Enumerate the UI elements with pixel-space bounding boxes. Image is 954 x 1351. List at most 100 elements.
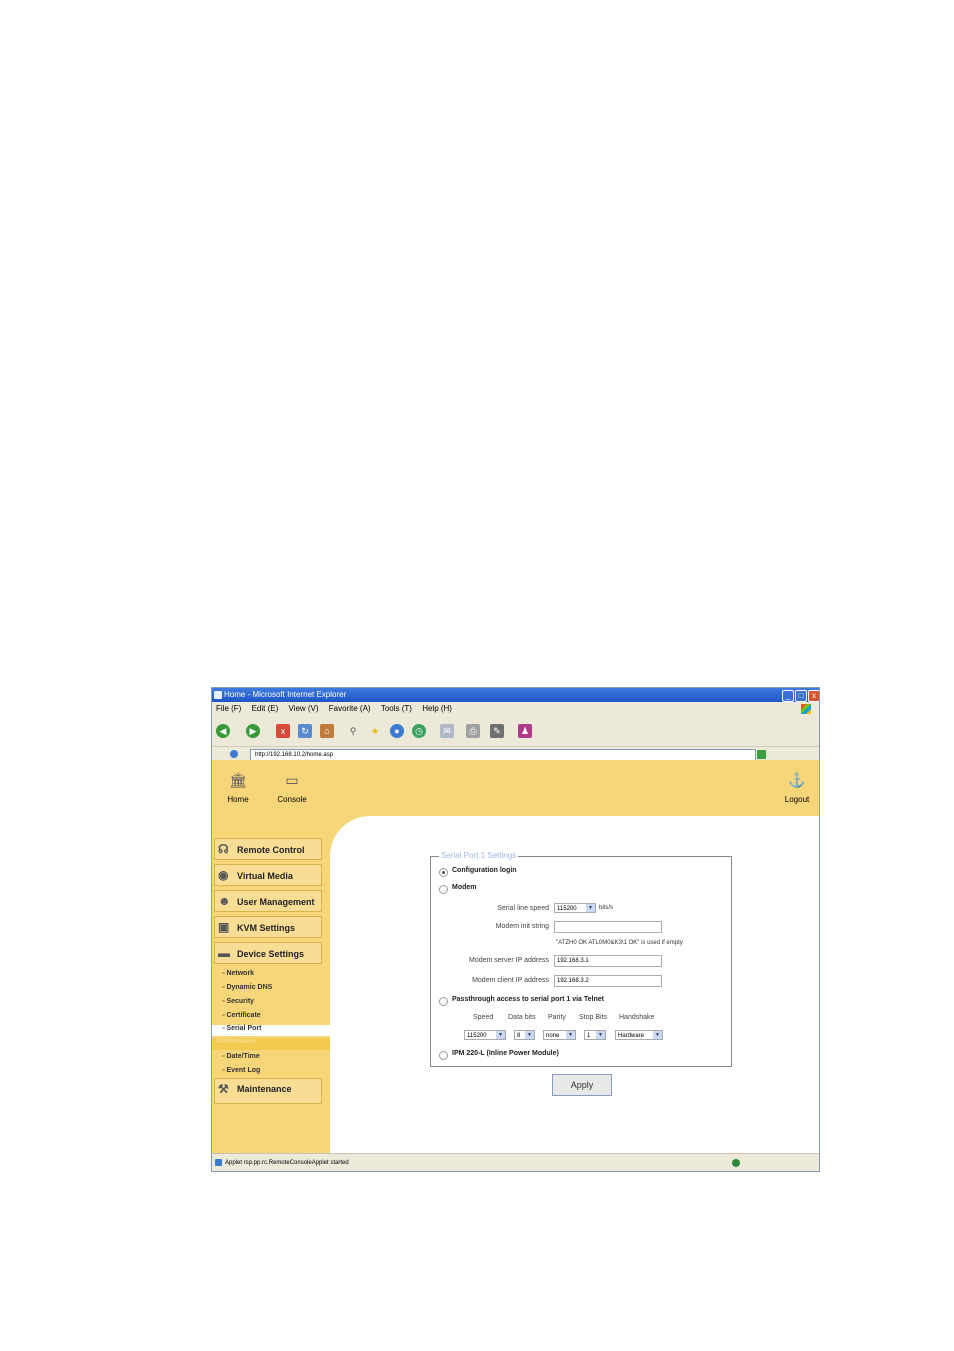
nav-maintenance[interactable]: ⚒ Maintenance [214,1078,322,1104]
menu-edit[interactable]: Edit (E) [252,704,279,713]
serial-port-fieldset: Serial Port 1 Settings Configuration log… [430,851,732,1067]
messenger-icon[interactable]: ♟ [518,724,532,738]
status-bar: Applet rsp.pp.rc.RemoteConsoleApplet sta… [212,1153,819,1171]
telnet-parity-value: none [546,1033,560,1039]
page-icon [230,750,238,758]
subnav-security[interactable]: ▫ Security [222,998,254,1005]
subnav-label: Date/Time [226,1053,260,1060]
maximize-button[interactable]: □ [795,690,807,702]
telnet-data-bits-select[interactable]: 8 ▼ [514,1030,535,1040]
browser-window: Home - Microsoft Internet Explorer _ □ x… [211,687,820,1172]
menu-favorite[interactable]: Favorite (A) [329,704,371,713]
search-icon[interactable]: ⚲ [346,724,360,738]
console-icon: ▭ [285,772,299,788]
serial-speed-unit: bits/s [599,905,614,911]
telnet-handshake-value: Hardware [618,1033,645,1039]
telnet-speed-select[interactable]: 115200 ▼ [464,1030,506,1040]
subnav-label: Security [226,998,255,1005]
subnav-certificate[interactable]: ▫ Certificate [222,1012,261,1019]
config-login-label: Configuration login [452,867,517,874]
main-content: Serial Port 1 Settings Configuration log… [330,816,819,1153]
logout-label: Logout [784,795,810,804]
chevron-down-icon: ▼ [496,1031,505,1039]
radio-modem[interactable] [439,885,448,894]
maintenance-icon: ⚒ [218,1082,229,1096]
applet-status-icon [215,1159,222,1166]
media-icon[interactable]: ● [390,724,404,738]
mail-icon[interactable]: ✉ [440,724,454,738]
menu-bar: File (F) Edit (E) View (V) Favorite (A) … [212,702,819,716]
modem-server-input[interactable]: 192.168.3.1 [554,955,662,967]
telnet-header-data-bits: Data bits [508,1014,536,1021]
nav-remote-control[interactable]: ☊ Remote Control [214,838,322,860]
logout-link[interactable]: ⚓ Logout [777,772,817,804]
nav-device-settings[interactable]: ▬ Device Settings [214,942,322,964]
apply-button[interactable]: Apply [552,1074,612,1096]
telnet-header-parity: Parity [548,1014,566,1021]
close-button[interactable]: x [808,690,819,702]
ie-app-icon [214,691,222,699]
nav-kvm-settings[interactable]: ▣ KVM Settings [214,916,322,938]
console-label: Console [277,795,307,804]
modem-label: Modem [452,884,477,891]
modem-init-input[interactable] [554,921,662,933]
console-link[interactable]: ▭ Console [272,772,312,804]
refresh-icon[interactable]: ↻ [298,724,312,738]
home-link[interactable]: 🏛 Home [218,772,258,804]
subnav-date-time[interactable]: ▫ Date/Time [222,1053,260,1060]
modem-client-input[interactable]: 192.168.3.2 [554,975,662,987]
subnav-serial-port[interactable]: ▫ Serial Port [212,1025,330,1036]
favorites-icon[interactable]: ★ [368,724,382,738]
home-icon[interactable]: ⌂ [320,724,334,738]
radio-passthrough[interactable] [439,997,448,1006]
kvm-settings-icon: ▣ [218,920,230,934]
telnet-stop-bits-select[interactable]: 1 ▼ [584,1030,606,1040]
maintenance-group-label: Maintenance [212,1038,330,1050]
menu-tools[interactable]: Tools (T) [381,704,412,713]
telnet-handshake-select[interactable]: Hardware ▼ [615,1030,663,1040]
menu-help[interactable]: Help (H) [422,704,452,713]
radio-config-login[interactable] [439,868,448,877]
subnav-label: Certificate [226,1012,261,1019]
serial-speed-select[interactable]: 115200 ▼ [554,903,596,913]
ipm-label: IPM 220-L (Inline Power Module) [452,1050,559,1057]
chevron-down-icon: ▼ [525,1031,534,1039]
chevron-down-icon: ▼ [653,1031,662,1039]
nav-user-management[interactable]: ☻ User Management [214,890,322,912]
nav-virtual-media[interactable]: ◉ Virtual Media [214,864,322,886]
address-bar: http://192.168.10.2/home.asp [212,746,819,761]
telnet-speed-value: 115200 [467,1033,487,1039]
subnav-network[interactable]: ▫ Network [222,970,254,977]
modem-init-note: "ATZH0 OK ATL0M0&K3\1 OK" is used if emp… [556,940,683,946]
title-bar: Home - Microsoft Internet Explorer _ □ x [212,688,819,702]
stop-icon[interactable]: x [276,724,290,738]
menu-file[interactable]: File (F) [216,704,241,713]
device-settings-icon: ▬ [218,946,230,960]
go-icon[interactable] [757,750,766,759]
subnav-dynamic-dns[interactable]: ▫ Dynamic DNS [222,984,272,991]
serial-speed-value: 115200 [557,906,577,912]
logout-icon: ⚓ [788,772,806,788]
radio-ipm[interactable] [439,1051,448,1060]
subnav-label: Dynamic DNS [226,984,273,991]
user-management-icon: ☻ [218,894,231,908]
edit-icon[interactable]: ✎ [490,724,504,738]
minimize-button[interactable]: _ [782,690,794,702]
internet-zone-icon [732,1159,740,1167]
back-icon[interactable]: ◀ [216,724,230,738]
subnav-event-log[interactable]: ▫ Event Log [222,1067,260,1074]
telnet-header-stop-bits: Stop Bits [579,1014,608,1021]
remote-control-icon: ☊ [218,842,229,856]
status-text: Applet rsp.pp.rc.RemoteConsoleApplet sta… [225,1160,349,1166]
subnav-label: Serial Port [226,1025,262,1032]
chevron-down-icon: ▼ [596,1031,605,1039]
windows-logo-icon [801,704,811,714]
forward-icon[interactable]: ▶ [246,724,260,738]
telnet-stop-bits-value: 1 [587,1033,591,1039]
nav-label: Remote Control [237,845,305,855]
telnet-parity-select[interactable]: none ▼ [543,1030,576,1040]
menu-view[interactable]: View (V) [288,704,318,713]
print-icon[interactable]: ⎙ [466,724,480,738]
nav-label: User Management [237,897,315,907]
history-icon[interactable]: ◷ [412,724,426,738]
